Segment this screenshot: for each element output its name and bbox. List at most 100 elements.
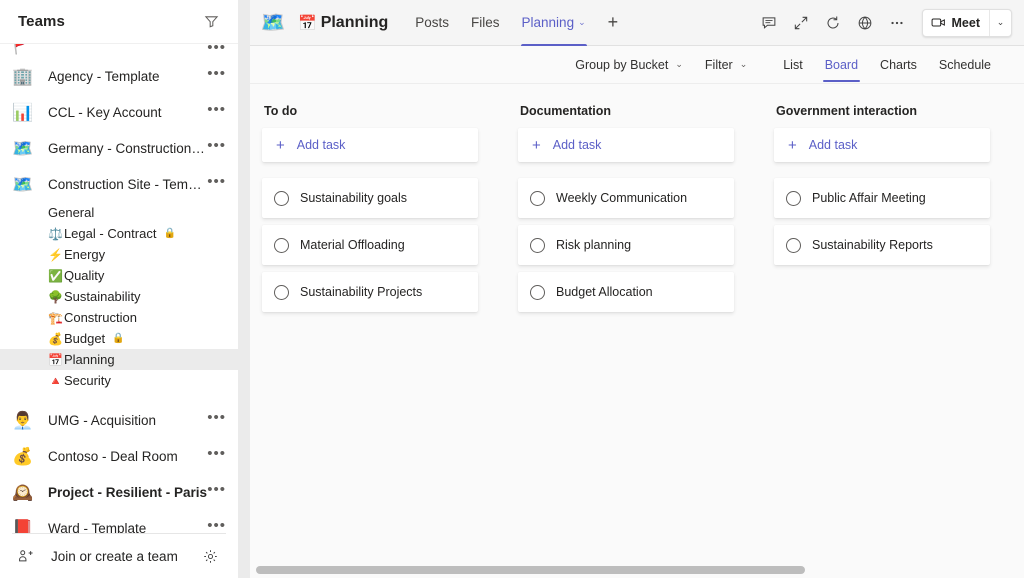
- team-more-icon[interactable]: •••: [207, 482, 226, 500]
- view-tab-list[interactable]: List: [772, 46, 813, 84]
- task-card[interactable]: Sustainability Projects: [262, 272, 478, 312]
- add-task-button[interactable]: + Add task: [262, 128, 478, 162]
- task-checkbox-icon[interactable]: [530, 284, 545, 300]
- tab-files[interactable]: Files: [460, 0, 511, 46]
- team-avatar: 👨‍💼: [12, 410, 34, 430]
- task-checkbox-icon[interactable]: [274, 284, 289, 300]
- task-checkbox-icon[interactable]: [786, 190, 801, 206]
- team-more-icon[interactable]: •••: [207, 446, 226, 464]
- chevron-down-icon: ⌄: [675, 59, 683, 69]
- team-more-icon[interactable]: •••: [207, 138, 226, 156]
- channel-label: Energy: [63, 247, 106, 262]
- check-mark-icon: ✅: [48, 268, 63, 283]
- view-tab-charts[interactable]: Charts: [869, 46, 928, 84]
- channel-quality[interactable]: ✅ Quality: [0, 265, 238, 286]
- expand-icon[interactable]: [786, 8, 816, 38]
- chat-icon[interactable]: [754, 8, 784, 38]
- team-avatar: 🗺️: [260, 11, 286, 34]
- team-row-germany-construction-site[interactable]: 🗺️ Germany - Construction site •••: [0, 130, 238, 166]
- filter-icon[interactable]: [198, 9, 224, 35]
- team-row[interactable]: 🚩 •••: [0, 44, 238, 58]
- teams-sidebar: Teams 🚩 ••• 🏢 Agency - Template ••• 📊 CC…: [0, 0, 238, 578]
- add-task-button[interactable]: + Add task: [518, 128, 734, 162]
- sidebar-footer: Join or create a team: [12, 533, 226, 578]
- team-more-icon[interactable]: •••: [207, 174, 226, 192]
- more-options-icon[interactable]: [882, 8, 912, 38]
- add-task-button[interactable]: + Add task: [774, 128, 990, 162]
- channel-security[interactable]: 🔺 Security: [0, 370, 238, 391]
- teams-app-window: Teams 🚩 ••• 🏢 Agency - Template ••• 📊 CC…: [0, 0, 1024, 578]
- task-card[interactable]: Risk planning: [518, 225, 734, 265]
- view-tab-schedule[interactable]: Schedule: [928, 46, 1002, 84]
- planner-toolbar: Group by Bucket ⌄ Filter ⌄ List Board Ch…: [250, 46, 1024, 84]
- meet-button[interactable]: Meet: [923, 10, 989, 36]
- chevron-down-icon[interactable]: ⌄: [578, 17, 586, 28]
- task-card[interactable]: Sustainability Reports: [774, 225, 990, 265]
- channel-energy[interactable]: ⚡ Energy: [0, 244, 238, 265]
- channel-label: Security: [63, 373, 111, 388]
- task-card[interactable]: Material Offloading: [262, 225, 478, 265]
- channel-general[interactable]: General: [0, 202, 238, 223]
- add-tab-button[interactable]: +: [597, 0, 630, 46]
- channel-budget[interactable]: 💰 Budget 🔒: [0, 328, 238, 349]
- team-more-icon[interactable]: •••: [207, 102, 226, 120]
- team-more-icon[interactable]: •••: [207, 44, 226, 58]
- view-tab-board[interactable]: Board: [814, 46, 869, 84]
- header-actions: Meet ⌄: [754, 8, 1012, 38]
- team-more-icon[interactable]: •••: [207, 410, 226, 428]
- view-tab-label: Board: [824, 57, 859, 72]
- team-row-umg-acquisition[interactable]: 👨‍💼 UMG - Acquisition •••: [0, 402, 238, 438]
- task-checkbox-icon[interactable]: [274, 190, 289, 206]
- tab-posts[interactable]: Posts: [404, 0, 460, 46]
- chevron-down-icon: ⌄: [739, 59, 748, 69]
- plus-icon: +: [276, 136, 285, 154]
- team-row-ward-template[interactable]: 📕 Ward - Template •••: [0, 510, 238, 534]
- meet-button-group: Meet ⌄: [921, 8, 1012, 37]
- task-checkbox-icon[interactable]: [274, 237, 289, 253]
- task-card[interactable]: Public Affair Meeting: [774, 178, 990, 218]
- plus-icon: +: [788, 136, 797, 154]
- horizontal-scrollbar[interactable]: [250, 562, 1024, 578]
- group-by-bucket-dropdown[interactable]: Group by Bucket ⌄: [564, 50, 694, 80]
- join-or-create-team-button[interactable]: Join or create a team: [12, 534, 226, 578]
- team-more-icon[interactable]: •••: [207, 518, 226, 534]
- globe-icon[interactable]: [850, 8, 880, 38]
- sidebar-header: Teams: [0, 0, 238, 44]
- team-more-icon[interactable]: •••: [207, 66, 226, 84]
- task-card[interactable]: Sustainability goals: [262, 178, 478, 218]
- team-row-construction-site-template[interactable]: 🗺️ Construction Site - Template •••: [0, 166, 238, 202]
- channel-label: Budget: [63, 331, 106, 346]
- team-avatar: 📊: [12, 102, 34, 122]
- team-row-ccl-key-account[interactable]: 📊 CCL - Key Account •••: [0, 94, 238, 130]
- task-checkbox-icon[interactable]: [530, 237, 545, 253]
- team-row-project-resilient-paris[interactable]: 🕰️ Project - Resilient - Paris •••: [0, 474, 238, 510]
- task-card[interactable]: Budget Allocation: [518, 272, 734, 312]
- calendar-icon: 📅: [298, 14, 317, 32]
- bucket-columns: To do + Add task Sustainability goals Ma…: [250, 84, 1024, 578]
- lock-icon: 🔒: [112, 333, 125, 344]
- task-checkbox-icon[interactable]: [786, 237, 801, 253]
- team-name: Contoso - Deal Room: [48, 448, 178, 464]
- filter-label: Filter: [704, 57, 733, 72]
- scrollbar-thumb[interactable]: [256, 566, 805, 574]
- main-content: 🗺️ 📅 Planning Posts Files Planning ⌄ + M…: [250, 0, 1024, 578]
- scrollbar-track[interactable]: [256, 566, 1018, 574]
- filter-dropdown[interactable]: Filter ⌄: [694, 50, 758, 80]
- task-card[interactable]: Weekly Communication: [518, 178, 734, 218]
- task-checkbox-icon[interactable]: [530, 190, 545, 206]
- meet-dropdown-caret[interactable]: ⌄: [989, 9, 1011, 36]
- teams-list[interactable]: 🚩 ••• 🏢 Agency - Template ••• 📊 CCL - Ke…: [0, 44, 238, 533]
- crane-icon: 🏗️: [48, 310, 63, 325]
- money-bag-icon: 💰: [48, 331, 63, 346]
- team-row-agency-template[interactable]: 🏢 Agency - Template •••: [0, 58, 238, 94]
- channel-label: General: [48, 205, 95, 220]
- team-avatar: 🏢: [12, 66, 34, 86]
- gear-icon[interactable]: [198, 544, 222, 568]
- refresh-icon[interactable]: [818, 8, 848, 38]
- channel-sustainability[interactable]: 🌳 Sustainability: [0, 286, 238, 307]
- channel-planning[interactable]: 📅 Planning: [0, 349, 238, 370]
- tab-planning[interactable]: Planning ⌄: [511, 0, 597, 46]
- channel-legal-contract[interactable]: ⚖️ Legal - Contract 🔒: [0, 223, 238, 244]
- channel-construction[interactable]: 🏗️ Construction: [0, 307, 238, 328]
- team-row-contoso-deal-room[interactable]: 💰 Contoso - Deal Room •••: [0, 438, 238, 474]
